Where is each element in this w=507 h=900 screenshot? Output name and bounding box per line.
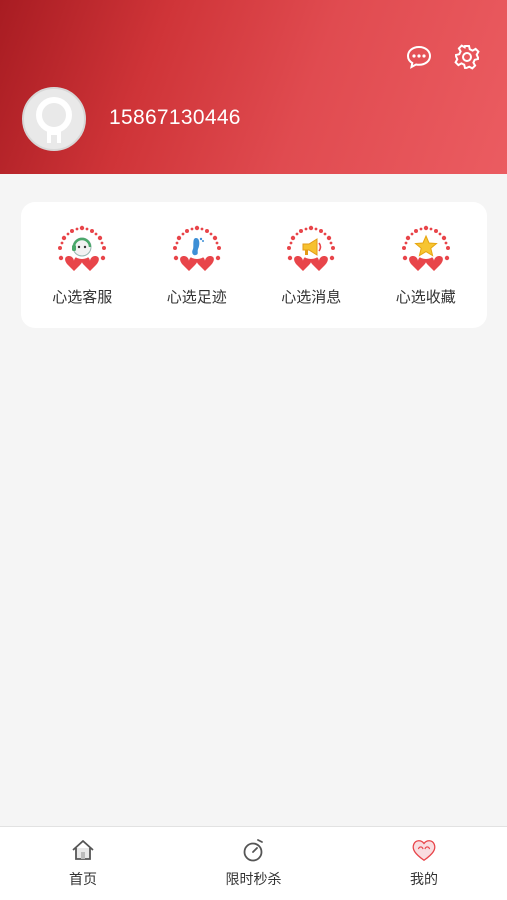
gear-icon[interactable] [453,43,481,71]
shortcut-label: 心选收藏 [395,288,456,306]
stopwatch-icon [240,837,268,863]
bottom-tab-bar: 首页 限时秒杀 我的 [0,826,507,900]
tab-label: 我的 [410,872,438,888]
favorite-star-icon [398,223,454,279]
shortcut-messages[interactable]: 心选消息 [256,223,366,307]
user-phone-number: 15867130446 [109,106,241,129]
tab-label: 首页 [69,872,97,888]
chat-icon[interactable] [405,43,433,71]
heart-my-icon [410,837,438,863]
tab-flash-sale[interactable]: 限时秒杀 [199,827,309,900]
shortcut-label: 心选客服 [52,288,113,306]
shortcut-customer-service[interactable]: 心选客服 [27,223,137,307]
shortcut-label: 心选足迹 [166,288,227,306]
shortcut-footprint[interactable]: 心选足迹 [142,223,252,307]
home-icon [69,837,97,863]
shortcut-favorites[interactable]: 心选收藏 [371,223,481,307]
avatar[interactable] [22,87,86,151]
shortcut-card: 心选客服 心选足迹 心选消息 心选收藏 [21,202,487,328]
tab-label: 限时秒杀 [225,872,282,888]
tab-my[interactable]: 我的 [369,827,479,900]
default-avatar-icon [36,97,72,143]
message-megaphone-icon [283,223,339,279]
header-actions [405,43,481,71]
shortcut-label: 心选消息 [281,288,342,306]
tab-home[interactable]: 首页 [28,827,138,900]
footprint-icon [169,223,225,279]
customer-service-icon [54,223,110,279]
profile-header: 15867130446 [0,0,507,174]
